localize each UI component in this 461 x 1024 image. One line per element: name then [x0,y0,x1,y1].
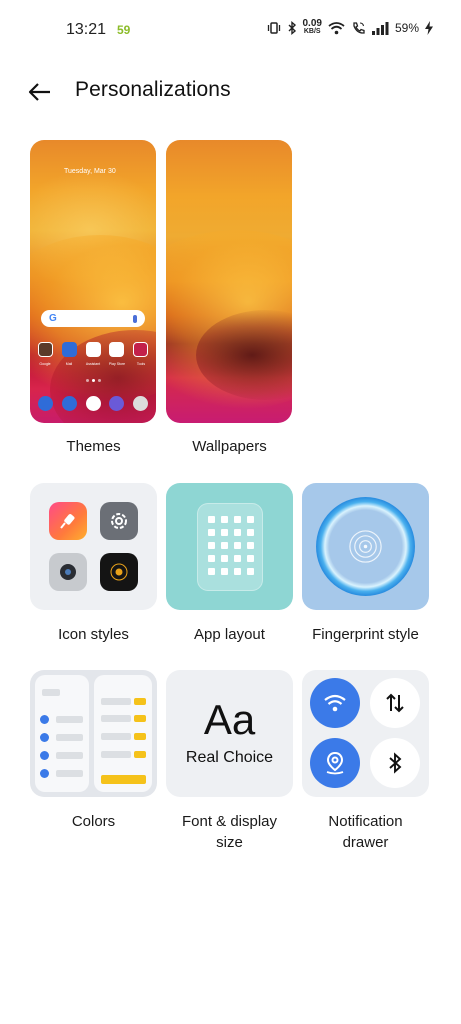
google-folder-icon [38,342,53,357]
page-indicator [86,379,101,382]
app-label: Mail [65,362,73,366]
fingerprint-style-tile[interactable] [302,483,429,610]
font-label-line: size [216,834,243,851]
camera-app-icon [133,396,148,411]
tools-folder-icon [133,342,148,357]
notification-drawer-label: Notification drawer [294,811,437,853]
network-speed-value: 0.09 [302,18,322,29]
fingerprint-icon [349,530,382,563]
signal-icon [371,21,389,35]
pin-icon [49,502,87,540]
wifi-toggle-icon [310,678,360,728]
wifi-icon [328,21,345,35]
settings-gear-icon [100,502,138,540]
bluetooth-toggle-icon [370,738,420,788]
app-layout-tile[interactable] [166,483,293,610]
status-icons: 0.09 KB/S 59% [267,18,433,36]
status-badge: 59 [117,23,131,37]
arrow-left-icon [28,83,50,101]
music-disc-icon [100,553,138,591]
back-button[interactable] [26,78,54,106]
icon-styles-label: Icon styles [58,626,129,643]
colors-preview-toggles [94,675,152,792]
bluetooth-icon [287,21,297,35]
font-display-size-tile[interactable]: Aa Real Choice [166,670,293,797]
phone-app-icon [38,396,53,411]
play-store-icon [109,342,125,357]
preview-app-labels: Google Mail Assistant Play Store Tools [35,362,151,366]
app-label: Tools [136,362,146,366]
camera-lens-icon [49,553,87,591]
wallpapers-card[interactable] [166,140,292,423]
notif-label-line: Notification [328,813,403,830]
network-speed-unit: KB/S [303,28,321,35]
app-grid-icon [208,516,254,575]
app-layout-label: App layout [194,626,265,643]
themes-card[interactable]: Tuesday, Mar 30 G Google Mail Assistant … [30,140,156,423]
preview-dock [38,396,148,411]
font-display-size-label: Font & display size [156,811,303,853]
font-sample: Aa [203,696,256,743]
fingerprint-style-label: Fingerprint style [312,626,419,643]
battery-percent: 59% [394,21,419,35]
colors-tile[interactable] [30,670,157,797]
notif-label-line: drawer [342,834,389,851]
font-label-line: Font & display [181,813,278,830]
colors-label: Colors [71,813,116,830]
status-time: 13:21 [66,21,107,38]
page-title: Personalizations [75,78,231,101]
assistant-app-icon [85,342,101,357]
status-bar: 13:21 59 0.09 KB/S 59% [0,0,461,62]
gallery-app-icon [109,396,125,411]
vibrate-icon [267,21,281,35]
layout-preview [197,503,263,591]
network-speed: 0.09 KB/S [302,18,322,36]
mail-app-icon [61,342,77,357]
preview-app-row [38,342,148,357]
themes-label: Themes [66,438,121,455]
app-label: Assistant [85,362,101,366]
mobile-data-icon [370,678,420,728]
battery-charging-icon [425,21,433,35]
app-label: Google [39,362,51,366]
location-icon [310,738,360,788]
font-sample-text: Real Choice [185,749,274,766]
wallpapers-label: Wallpapers [192,438,267,455]
app-label: Play Store [108,362,126,366]
messages-app-icon [61,396,77,411]
notification-drawer-tile[interactable] [302,670,429,797]
wifi-calling-icon [351,21,366,35]
mic-icon [133,314,137,323]
google-icon: G [49,313,57,324]
icon-styles-tile[interactable] [30,483,157,610]
preview-search-bar: G [41,310,145,327]
app-header: Personalizations [0,62,461,122]
preview-date: Tuesday, Mar 30 [64,168,116,175]
chrome-app-icon [85,396,101,411]
colors-preview-list [35,675,89,792]
